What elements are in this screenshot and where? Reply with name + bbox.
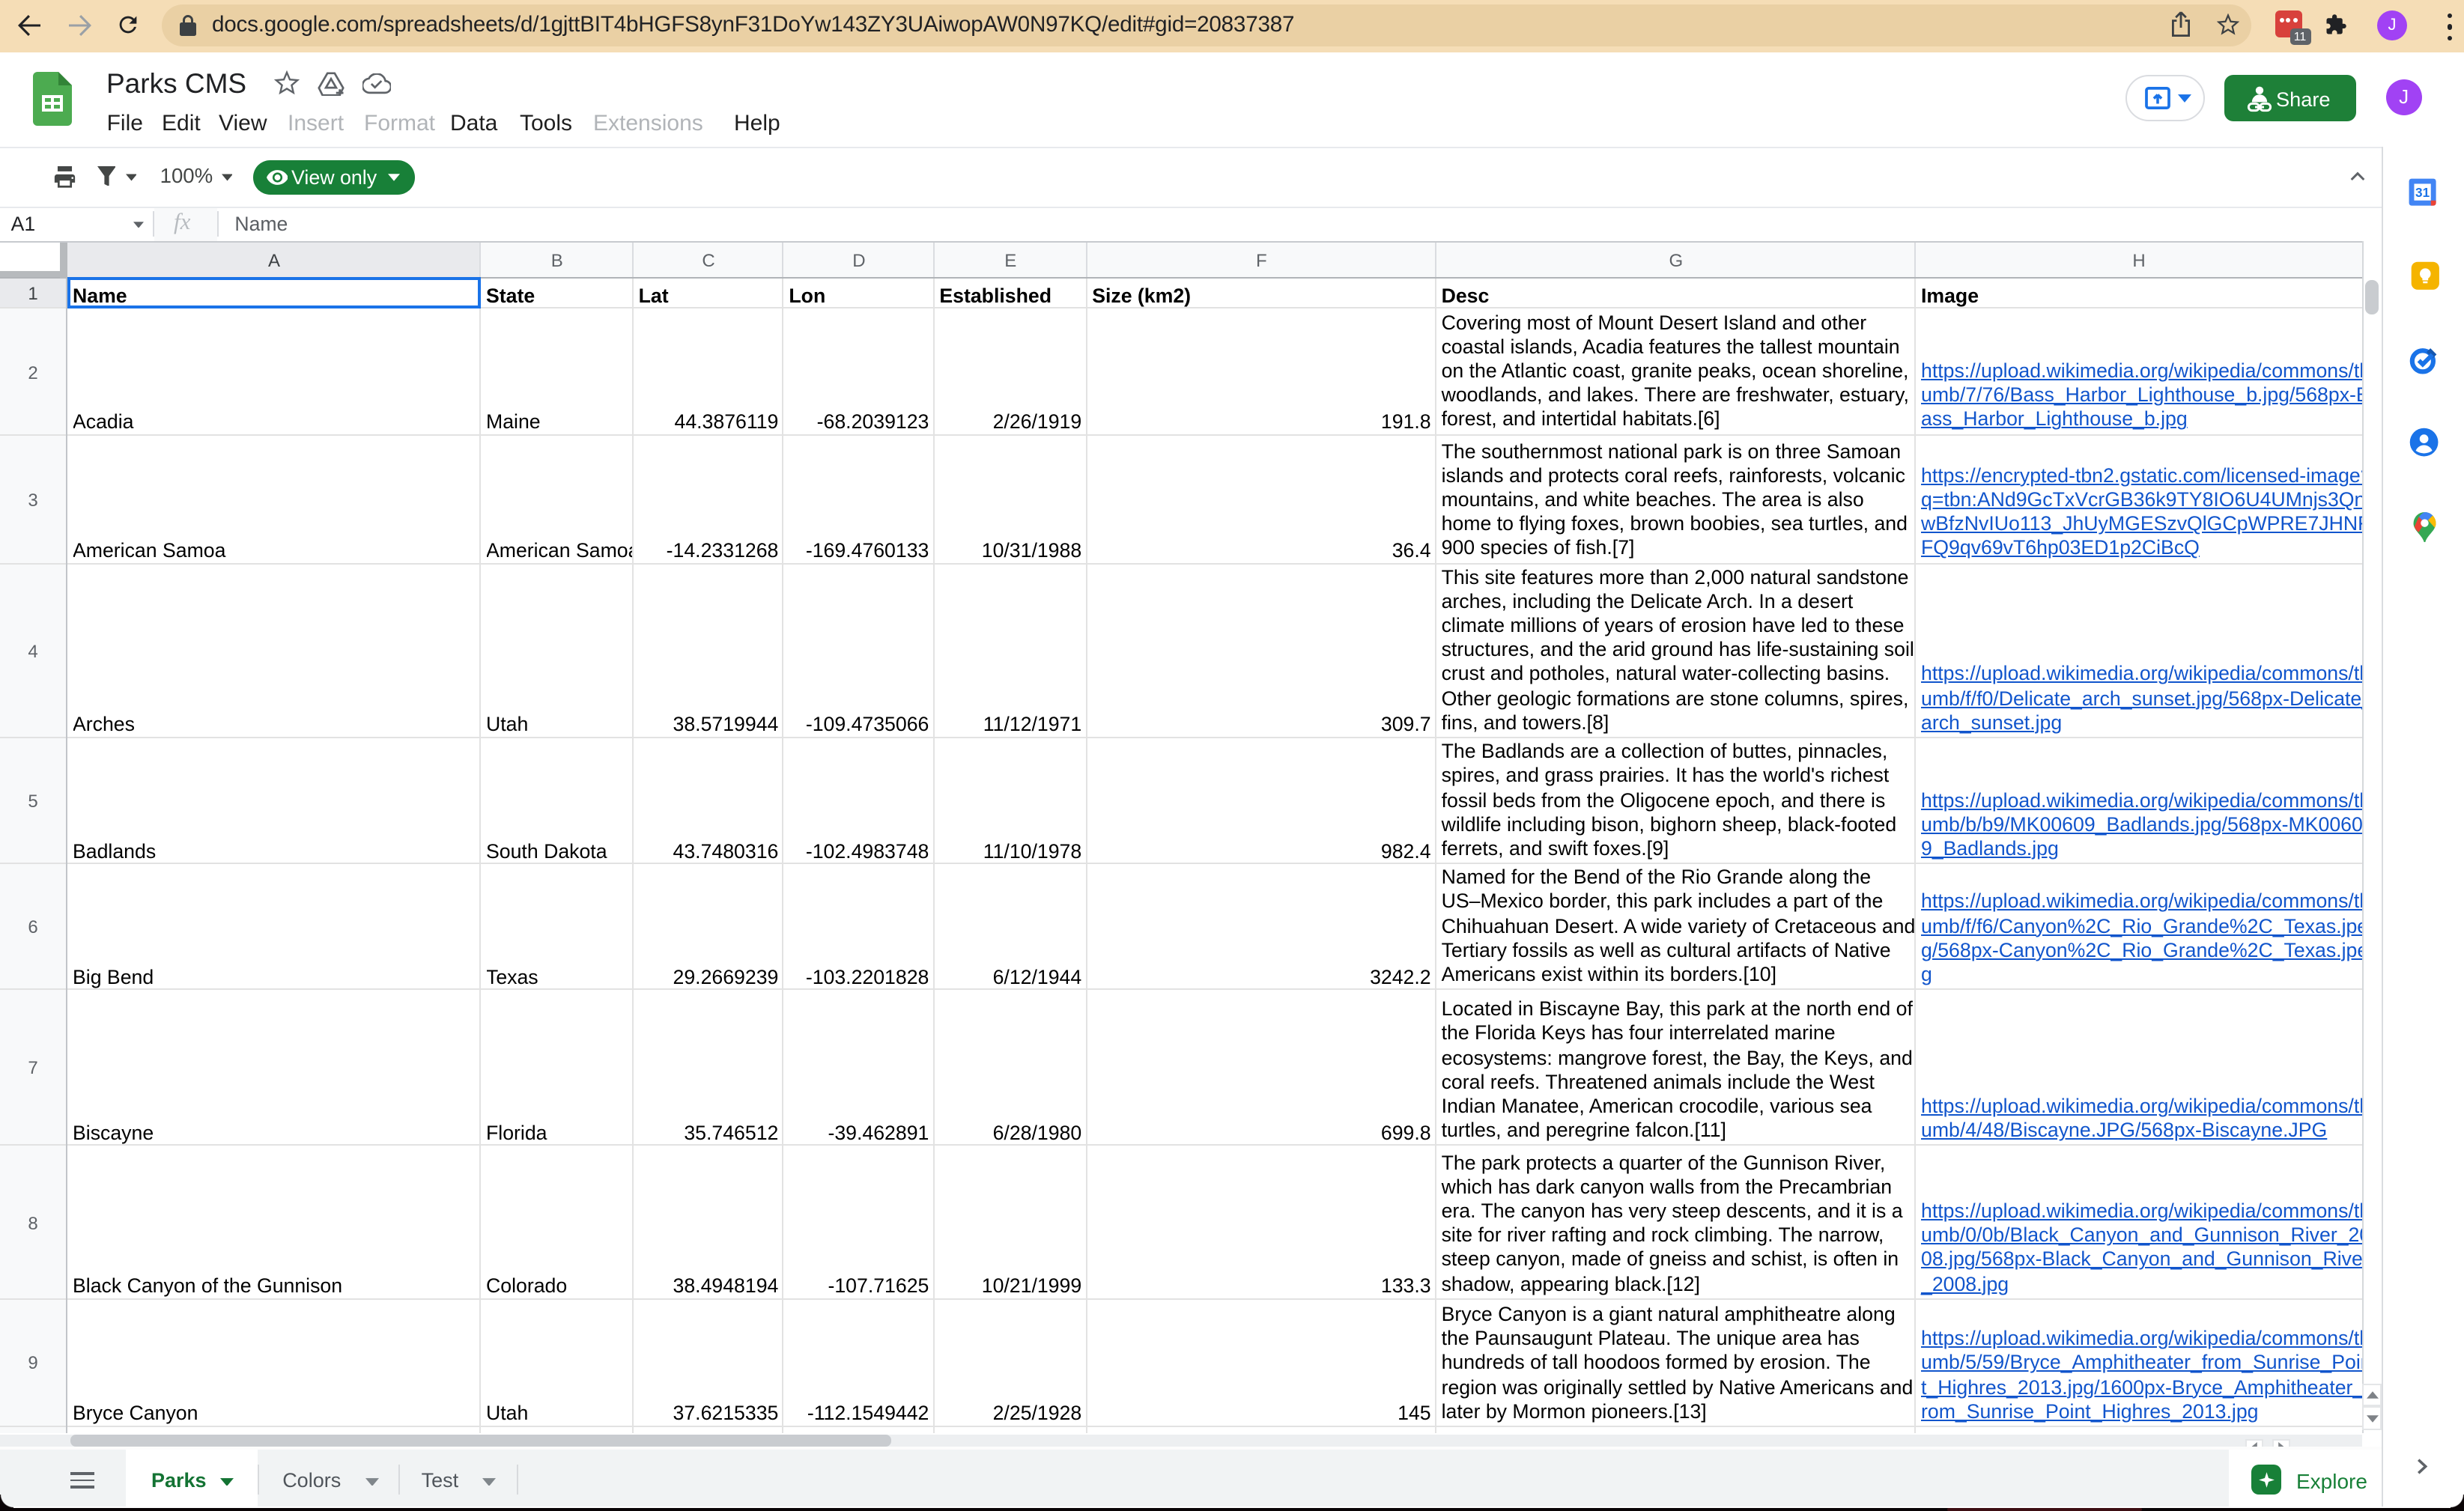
svg-text:31: 31	[2415, 184, 2430, 199]
